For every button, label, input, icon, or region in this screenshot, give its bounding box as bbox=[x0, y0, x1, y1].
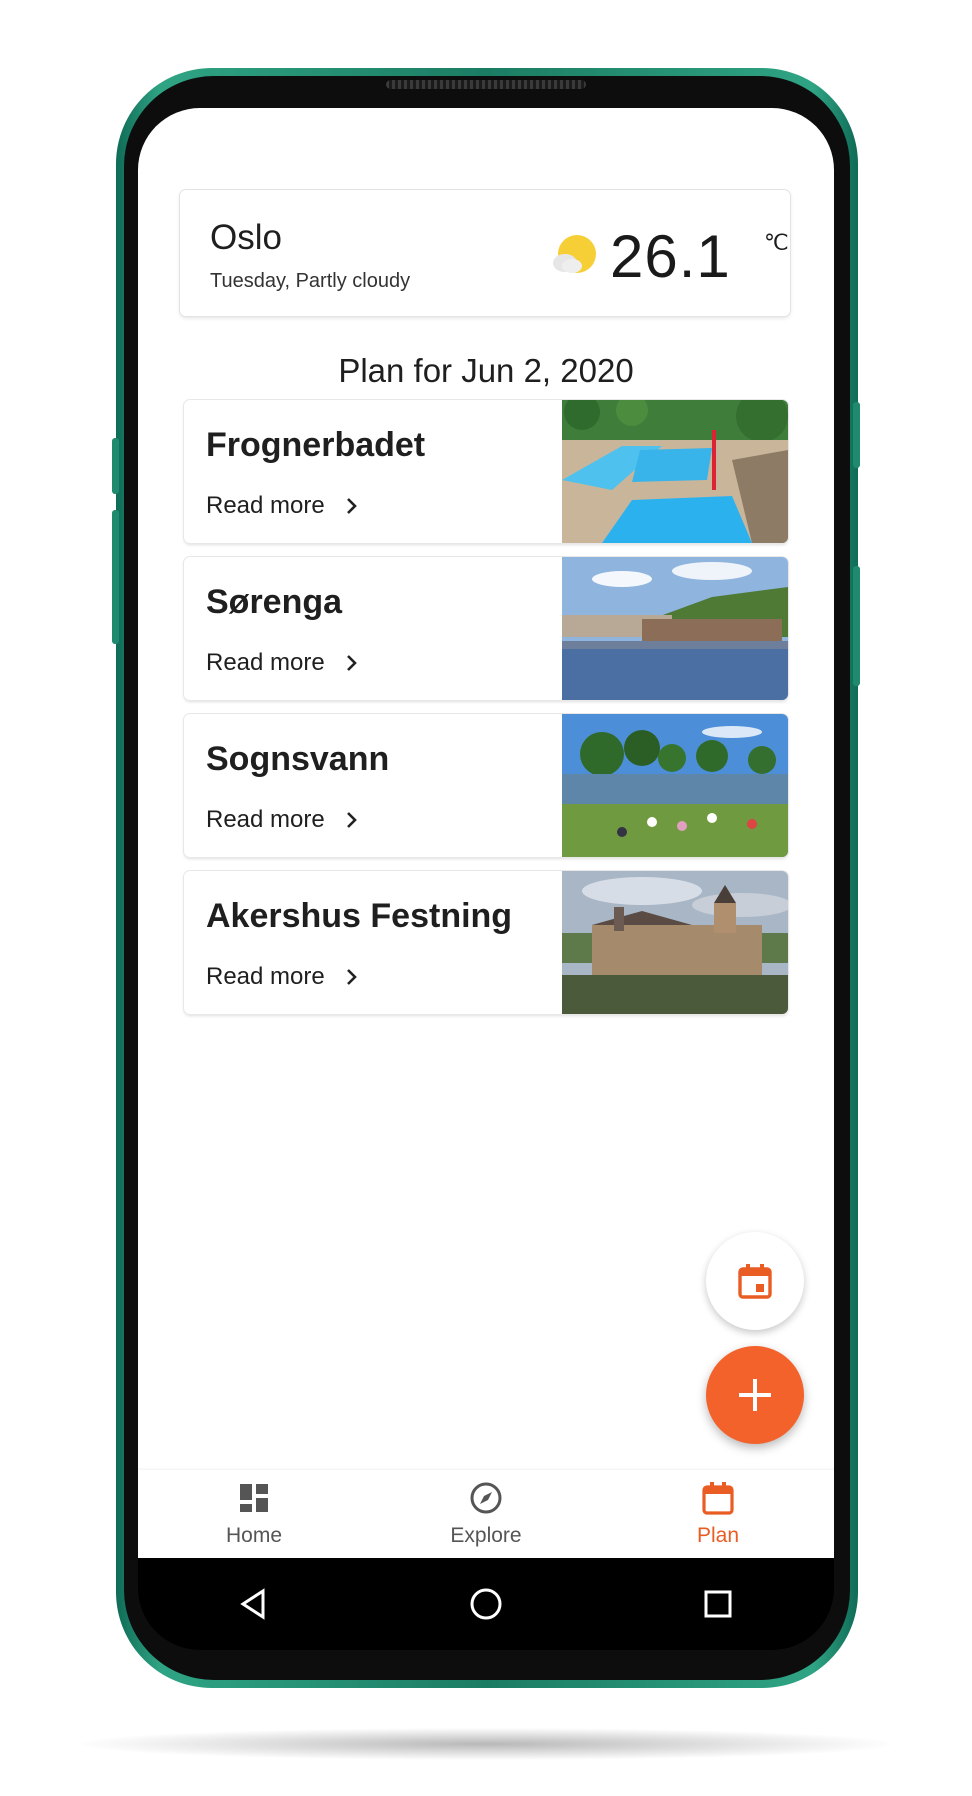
fortress-castle-photo bbox=[562, 871, 788, 1014]
phone-shadow bbox=[80, 1728, 892, 1760]
read-more-link[interactable]: Read more bbox=[206, 963, 359, 991]
outdoor-pool-photo bbox=[562, 400, 788, 543]
dashboard-icon bbox=[240, 1484, 268, 1512]
nav-item-home[interactable]: Home bbox=[138, 1470, 370, 1558]
speaker-grille bbox=[386, 80, 586, 89]
partly-cloudy-icon bbox=[553, 235, 596, 273]
read-more-link[interactable]: Read more bbox=[206, 806, 359, 834]
phone-side-button bbox=[112, 438, 119, 494]
phone-side-button bbox=[853, 566, 860, 686]
chevron-right-icon bbox=[345, 968, 359, 986]
place-name: Frognerbadet bbox=[206, 426, 426, 464]
place-name: Akershus Festning bbox=[206, 897, 513, 935]
bottom-navigation: Home Explore Plan bbox=[138, 1470, 834, 1558]
recents-button[interactable] bbox=[688, 1574, 748, 1634]
weather-subtitle: Tuesday, Partly cloudy bbox=[210, 270, 411, 292]
plan-title: Plan for Jun 2, 2020 bbox=[338, 352, 634, 389]
system-navigation-bar bbox=[138, 1558, 834, 1650]
plus-icon bbox=[739, 1379, 771, 1411]
place-name: Sørenga bbox=[206, 583, 343, 621]
calendar-fab[interactable] bbox=[706, 1232, 804, 1330]
read-more-label: Read more bbox=[206, 649, 325, 676]
nav-item-explore[interactable]: Explore bbox=[370, 1470, 602, 1558]
app-screen: Oslo Tuesday, Partly cloudy 26.1 ℃ Plan … bbox=[138, 108, 834, 1558]
plan-card[interactable]: Akershus Festning Read more bbox=[184, 871, 788, 1014]
chevron-right-icon bbox=[345, 654, 359, 672]
back-triangle-icon bbox=[240, 1588, 265, 1620]
read-more-label: Read more bbox=[206, 492, 325, 519]
plan-card[interactable]: Frognerbadet Read more bbox=[184, 400, 788, 543]
read-more-label: Read more bbox=[206, 963, 325, 990]
nav-label-explore: Explore bbox=[450, 1524, 522, 1547]
recents-square-icon bbox=[704, 1590, 732, 1618]
place-name: Sognsvann bbox=[206, 740, 390, 778]
temperature-value: 26.1 bbox=[610, 223, 731, 290]
temperature-unit: ℃ bbox=[764, 230, 789, 255]
read-more-link[interactable]: Read more bbox=[206, 649, 359, 677]
calendar-icon bbox=[738, 1264, 772, 1299]
city-name: Oslo bbox=[210, 218, 282, 257]
nav-item-plan[interactable]: Plan bbox=[602, 1470, 834, 1558]
plan-card[interactable]: Sognsvann Read more bbox=[184, 714, 788, 857]
home-button[interactable] bbox=[456, 1574, 516, 1634]
home-circle-icon bbox=[470, 1588, 502, 1620]
harbor-waterfront-photo bbox=[562, 557, 788, 700]
back-button[interactable] bbox=[224, 1574, 284, 1634]
read-more-label: Read more bbox=[206, 806, 325, 833]
calendar-icon bbox=[702, 1482, 734, 1515]
add-fab[interactable] bbox=[706, 1346, 804, 1444]
plan-card[interactable]: Sørenga Read more bbox=[184, 557, 788, 700]
lake-beach-crowd-photo bbox=[562, 714, 788, 857]
weather-card[interactable]: Oslo Tuesday, Partly cloudy 26.1 ℃ bbox=[180, 190, 790, 316]
phone-side-button bbox=[112, 510, 119, 644]
compass-icon bbox=[470, 1482, 502, 1514]
phone-side-button bbox=[853, 402, 860, 468]
chevron-right-icon bbox=[345, 811, 359, 829]
nav-label-home: Home bbox=[225, 1524, 283, 1547]
chevron-right-icon bbox=[345, 497, 359, 515]
read-more-link[interactable]: Read more bbox=[206, 492, 359, 520]
nav-label-plan: Plan bbox=[696, 1524, 740, 1547]
